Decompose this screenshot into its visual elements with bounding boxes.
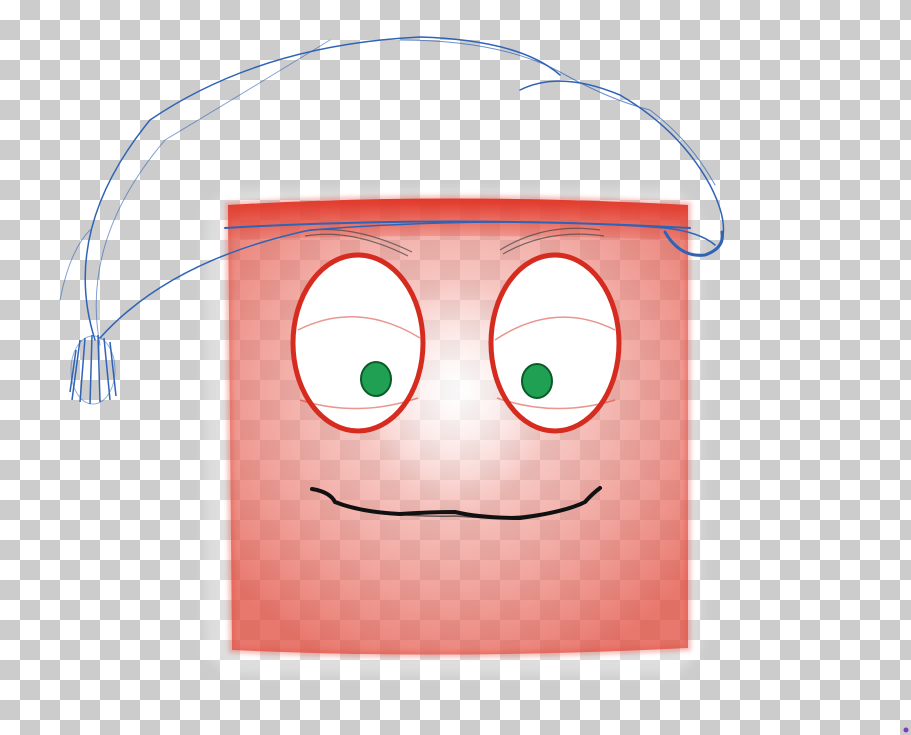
face-square xyxy=(224,195,691,658)
drawing-svg xyxy=(59,36,725,675)
right-eye xyxy=(488,252,622,434)
left-eye xyxy=(290,252,426,434)
pom-pom-icon xyxy=(69,334,117,405)
corner-mark-icon xyxy=(903,727,909,733)
right-pupil xyxy=(521,363,553,399)
drawing-canvas xyxy=(0,0,911,735)
left-pupil xyxy=(360,361,392,397)
